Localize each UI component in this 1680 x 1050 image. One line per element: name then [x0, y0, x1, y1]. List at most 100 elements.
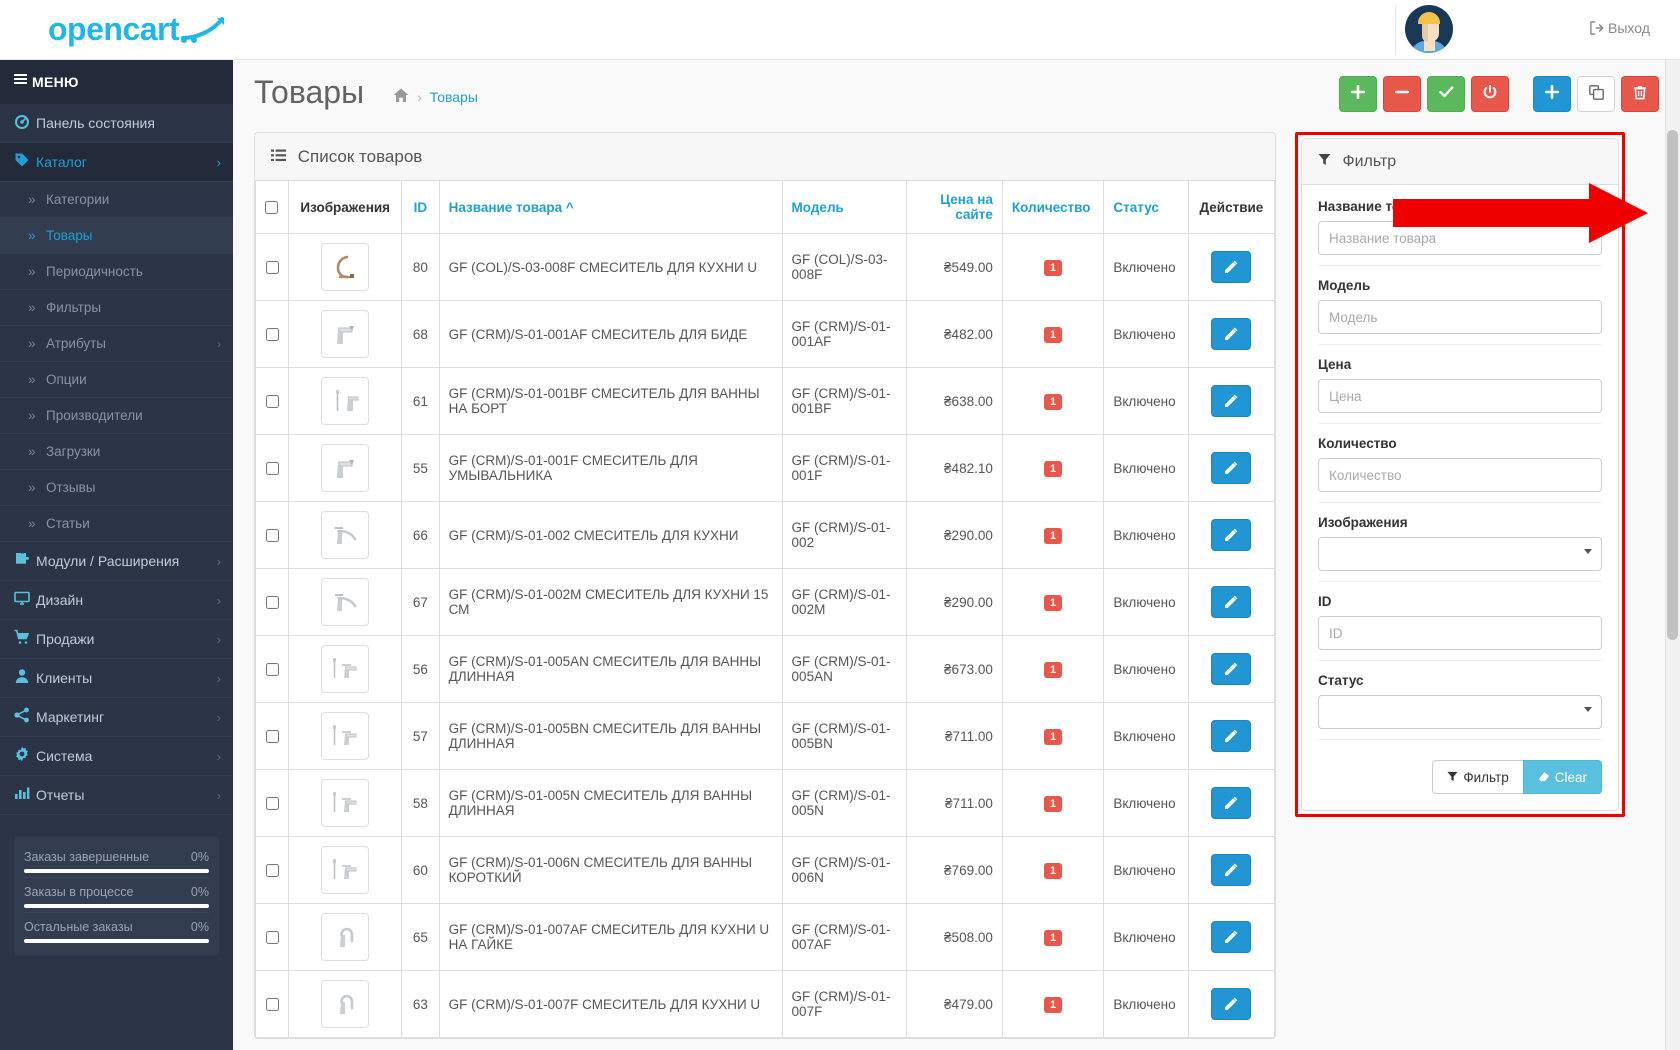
sidebar-subitem-manufacturers[interactable]: » Производители [0, 398, 233, 434]
add-to-store-button[interactable] [1339, 76, 1377, 112]
row-id: 67 [401, 568, 440, 636]
page-scrollbar-track[interactable] [1665, 60, 1680, 1050]
sidebar-subitem-filters[interactable]: » Фильтры [0, 290, 233, 326]
sidebar-item-reports[interactable]: Отчеты › [0, 776, 233, 815]
home-icon[interactable] [393, 88, 413, 107]
edit-product-button[interactable] [1211, 452, 1252, 484]
filter-input-price[interactable] [1318, 379, 1602, 413]
edit-product-button[interactable] [1211, 720, 1252, 752]
pencil-icon [1225, 461, 1238, 474]
stat-progress-bar [24, 939, 209, 943]
column-name[interactable]: Название товара ^ [438, 181, 783, 234]
sidebar-item-customers[interactable]: Клиенты › [0, 659, 233, 698]
minus-icon [1394, 85, 1410, 103]
edit-product-button[interactable] [1211, 854, 1252, 886]
row-select-cell [254, 769, 290, 837]
quantity-badge: 1 [1044, 862, 1063, 879]
row-checkbox[interactable] [265, 261, 279, 275]
sidebar-subitem-categories[interactable]: » Категории [0, 182, 233, 218]
enable-button[interactable] [1427, 76, 1465, 112]
tag-icon [14, 144, 36, 181]
menu-toggle[interactable]: МЕНЮ [0, 60, 233, 104]
edit-product-button[interactable] [1211, 921, 1252, 953]
pencil-icon [1225, 260, 1238, 273]
sidebar-subitem-downloads[interactable]: » Загрузки [0, 434, 233, 470]
sidebar-subitem-products[interactable]: » Товары [0, 218, 233, 254]
row-name: GF (CRM)/S-01-001F СМЕСИТЕЛЬ ДЛЯ УМЫВАЛЬ… [438, 434, 783, 502]
quantity-badge: 1 [1044, 661, 1063, 678]
filter-group-product-name: Название товара [1318, 199, 1602, 266]
sidebar-item-label: Отчеты [36, 787, 85, 803]
row-select-cell [254, 300, 290, 368]
row-select-cell [254, 434, 290, 502]
row-checkbox[interactable] [265, 462, 279, 476]
sidebar-item-design[interactable]: Дизайн › [0, 581, 233, 620]
disable-button[interactable] [1471, 76, 1509, 112]
select-all-checkbox[interactable] [265, 201, 278, 215]
copy-button[interactable] [1577, 76, 1615, 112]
sidebar-subitem-recurring[interactable]: » Периодичность [0, 254, 233, 290]
column-status[interactable]: Статус [1103, 181, 1189, 234]
row-checkbox[interactable] [265, 797, 279, 811]
sidebar-subitem-attributes[interactable]: » Атрибуты › [0, 326, 233, 362]
row-checkbox[interactable] [265, 529, 279, 543]
edit-product-button[interactable] [1211, 519, 1252, 551]
sidebar-item-sales[interactable]: Продажи › [0, 620, 233, 659]
filter-input-quantity[interactable] [1318, 458, 1602, 492]
sidebar-item-extensions[interactable]: Модули / Расширения › [0, 542, 233, 581]
row-price: ₴711.00 [906, 702, 1003, 770]
filter-select-images[interactable] [1318, 537, 1602, 571]
column-model[interactable]: Модель [781, 181, 908, 234]
row-checkbox[interactable] [265, 596, 279, 610]
quantity-badge: 1 [1044, 996, 1063, 1013]
sidebar-subitem-articles[interactable]: » Статьи [0, 506, 233, 542]
row-checkbox[interactable] [265, 663, 279, 677]
add-new-button[interactable] [1533, 76, 1571, 112]
filter-input-id[interactable] [1318, 616, 1602, 650]
edit-product-button[interactable] [1211, 787, 1252, 819]
edit-product-button[interactable] [1211, 318, 1252, 350]
apply-filter-button[interactable]: Фильтр [1432, 760, 1524, 794]
delete-button[interactable] [1621, 76, 1659, 112]
filter-input-product-name[interactable] [1318, 221, 1602, 255]
clear-filter-button[interactable]: Clear [1522, 760, 1602, 794]
logout-button[interactable]: Выход [1590, 20, 1650, 36]
avatar-container[interactable] [1395, 5, 1453, 55]
filter-select-status[interactable] [1318, 695, 1602, 729]
column-id[interactable]: ID [401, 181, 440, 234]
opencart-logo[interactable]: opencart [48, 11, 225, 48]
row-checkbox[interactable] [265, 395, 279, 409]
row-quantity-cell: 1 [1001, 434, 1105, 502]
remove-from-store-button[interactable] [1383, 76, 1421, 112]
row-checkbox[interactable] [265, 931, 279, 945]
row-select-cell [254, 903, 290, 971]
avatar[interactable] [1405, 5, 1453, 53]
edit-product-button[interactable] [1211, 251, 1252, 283]
gear-icon [14, 738, 36, 775]
cart-icon [14, 621, 36, 658]
table-body: 80 GF (COL)/S-03-008F СМЕСИТЕЛЬ ДЛЯ КУХНИ… [254, 233, 1276, 1038]
sidebar-subitem-options[interactable]: » Опции [0, 362, 233, 398]
column-price[interactable]: Цена на сайте [906, 181, 1003, 234]
filter-group-model: Модель [1318, 278, 1602, 345]
page-scrollbar-thumb[interactable] [1667, 130, 1678, 640]
edit-product-button[interactable] [1211, 385, 1252, 417]
page-toolbar [1339, 76, 1659, 112]
breadcrumb-current[interactable]: Товары [430, 89, 478, 105]
sidebar-item-catalog[interactable]: Каталог › [0, 143, 233, 182]
edit-product-button[interactable] [1211, 988, 1252, 1020]
row-model: GF (CRM)/S-01-002 [781, 501, 908, 569]
row-checkbox[interactable] [265, 328, 279, 342]
row-checkbox[interactable] [265, 864, 279, 878]
column-quantity[interactable]: Количество [1001, 181, 1105, 234]
row-checkbox[interactable] [265, 730, 279, 744]
edit-product-button[interactable] [1211, 586, 1252, 618]
sidebar-item-marketing[interactable]: Маркетинг › [0, 698, 233, 737]
edit-product-button[interactable] [1211, 653, 1252, 685]
user-icon [14, 660, 36, 697]
row-checkbox[interactable] [265, 998, 279, 1012]
filter-input-model[interactable] [1318, 300, 1602, 334]
sidebar-item-system[interactable]: Система › [0, 737, 233, 776]
sidebar-item-dashboard[interactable]: Панель состояния [0, 104, 233, 143]
sidebar-subitem-reviews[interactable]: » Отзывы [0, 470, 233, 506]
